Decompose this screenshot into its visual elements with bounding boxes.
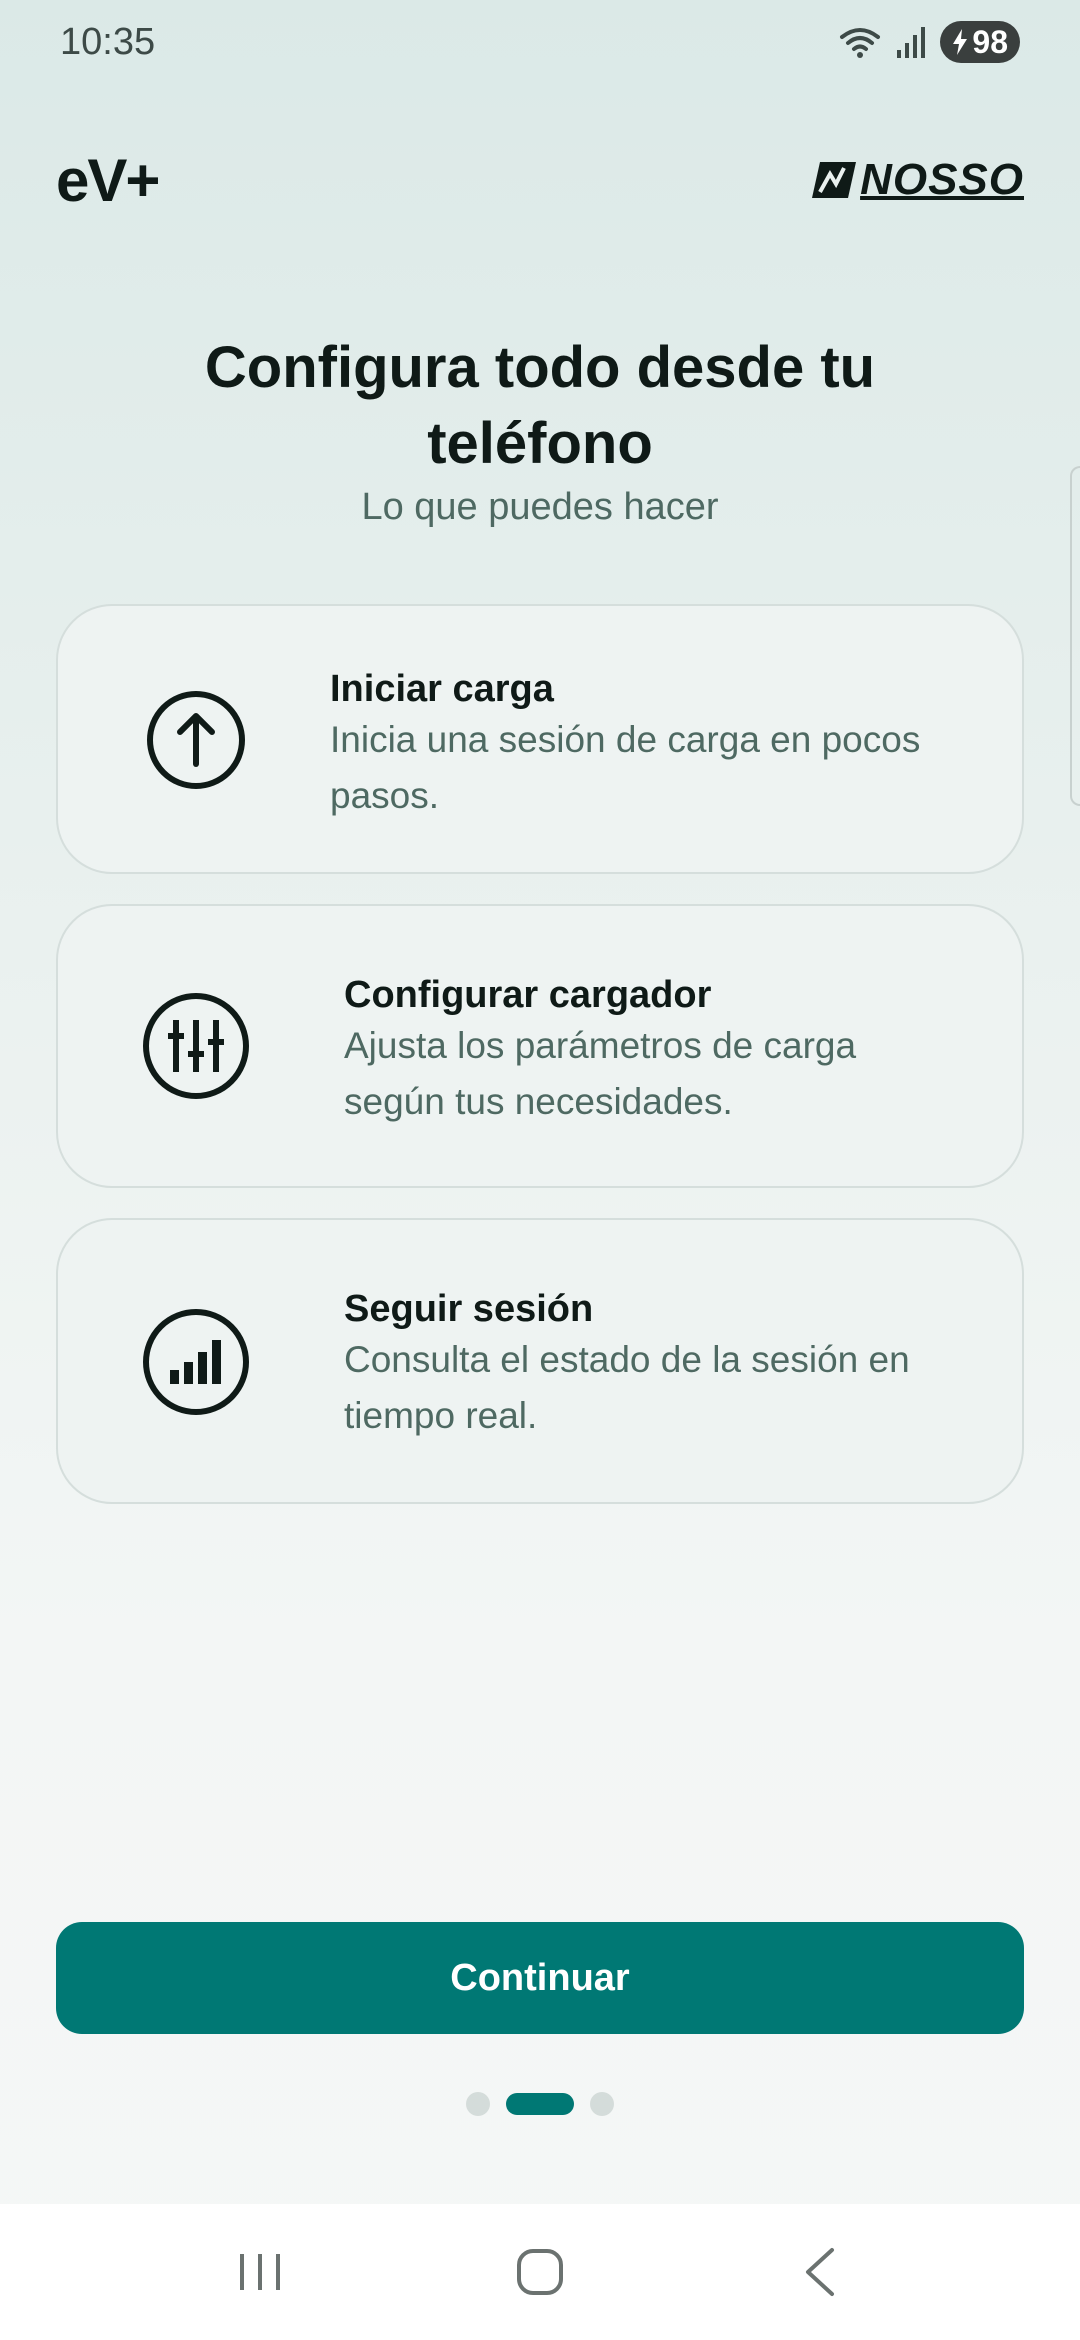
system-nav-bar xyxy=(0,2204,1080,2340)
bar-chart-circle-icon xyxy=(142,1308,250,1416)
signal-icon xyxy=(896,26,926,58)
page-dot-1[interactable] xyxy=(466,2092,490,2116)
status-bar: 10:35 98 xyxy=(0,0,1080,84)
header: eV+ NOSSO xyxy=(0,140,1080,220)
recent-apps-button[interactable] xyxy=(200,2232,320,2312)
page-title: Configura todo desde tu teléfono xyxy=(204,335,876,476)
partner-logo-text: NOSSO xyxy=(860,155,1024,204)
feature-description: Consulta el estado de la sesión en tiemp… xyxy=(344,1339,910,1436)
home-button[interactable] xyxy=(480,2232,600,2312)
recent-apps-icon xyxy=(240,2254,280,2290)
feature-card-start-charge: Iniciar carga Inicia una sesión de carga… xyxy=(56,604,1024,874)
wifi-icon xyxy=(838,25,882,59)
arrow-up-circle-icon xyxy=(142,686,250,794)
back-button[interactable] xyxy=(760,2232,880,2312)
partner-logo: NOSSO xyxy=(812,155,1024,205)
feature-card-text: Seguir sesión Consulta el estado de la s… xyxy=(344,1286,964,1444)
status-time: 10:35 xyxy=(60,20,156,63)
status-icons: 98 xyxy=(838,21,1020,63)
feature-description: Ajusta los parámetros de carga según tus… xyxy=(344,1025,857,1122)
feature-title: Configurar cargador xyxy=(344,974,712,1016)
nosso-mark-icon xyxy=(812,162,857,198)
feature-title: Seguir sesión xyxy=(344,1288,594,1330)
home-icon xyxy=(517,2249,563,2295)
feature-card-text: Configurar cargador Ajusta los parámetro… xyxy=(344,972,964,1130)
page-dot-3[interactable] xyxy=(590,2092,614,2116)
feature-card-follow-session: Seguir sesión Consulta el estado de la s… xyxy=(56,1218,1024,1504)
battery-level: 98 xyxy=(972,23,1008,60)
sliders-circle-icon xyxy=(142,992,250,1100)
battery-icon: 98 xyxy=(940,21,1020,63)
page-indicator xyxy=(0,2092,1080,2116)
page-dot-2-active[interactable] xyxy=(506,2093,574,2115)
feature-description: Inicia una sesión de carga en pocos paso… xyxy=(330,719,921,816)
feature-card-configure-charger: Configurar cargador Ajusta los parámetro… xyxy=(56,904,1024,1188)
back-icon xyxy=(806,2248,834,2296)
feature-title: Iniciar carga xyxy=(330,668,554,710)
app-logo: eV+ xyxy=(56,146,160,214)
feature-card-text: Iniciar carga Inicia una sesión de carga… xyxy=(330,666,950,824)
continue-button[interactable]: Continuar xyxy=(56,1922,1024,2034)
page-subtitle: Lo que puedes hacer xyxy=(361,486,719,528)
